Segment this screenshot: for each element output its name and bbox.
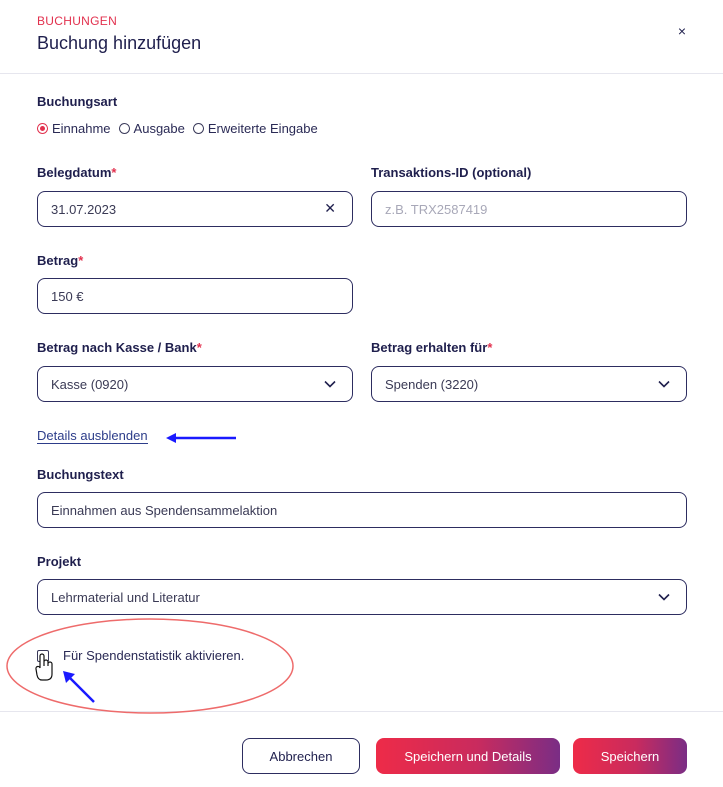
chevron-down-icon[interactable]	[324, 378, 336, 390]
modal-title: Buchung hinzufügen	[37, 33, 202, 53]
booking-text-value: Einnahmen aus Spendensammelaktion	[51, 502, 278, 518]
cancel-button[interactable]: Abbrechen	[242, 738, 360, 774]
donation-stats-row[interactable]: Für Spendenstatistik aktivieren.	[37, 648, 244, 663]
booking-type-label: Buchungsart	[37, 94, 118, 109]
radio-income[interactable]: Einnahme	[37, 121, 111, 136]
chevron-down-icon[interactable]	[658, 591, 670, 603]
transaction-id-placeholder: z.B. TRX2587419	[385, 201, 488, 217]
chevron-down-icon[interactable]	[658, 378, 670, 390]
transaction-id-input[interactable]: z.B. TRX2587419	[371, 191, 687, 227]
amount-input[interactable]: 150 €	[37, 278, 353, 314]
save-and-details-button[interactable]: Speichern und Details	[376, 738, 560, 774]
project-label: Projekt	[37, 554, 82, 569]
radio-expense-label: Ausgabe	[133, 120, 185, 136]
annotation-arrow-up-left	[63, 671, 95, 703]
amount-value: 150 €	[51, 288, 84, 304]
booking-text-input[interactable]: Einnahmen aus Spendensammelaktion	[37, 492, 687, 528]
modal-footer: Abbrechen Speichern und Details Speicher…	[0, 711, 723, 787]
radio-advanced[interactable]: Erweiterte Eingabe	[192, 120, 318, 136]
radio-expense[interactable]: Ausgabe	[118, 120, 185, 136]
modal-eyebrow: BUCHUNGEN	[37, 14, 118, 28]
annotation-arrow-left	[166, 433, 236, 443]
clear-date-icon[interactable]: ✕	[324, 200, 336, 217]
booking-type-radio-group: Einnahme Ausgabe Erweiterte Eingabe	[37, 120, 326, 136]
save-button[interactable]: Speichern	[573, 738, 687, 774]
modal-header: BUCHUNGEN Buchung hinzufügen ×	[0, 0, 723, 74]
cash-bank-value: Kasse (0920)	[51, 376, 129, 392]
radio-expense-indicator[interactable]	[118, 122, 130, 134]
annotation-ellipse	[6, 618, 294, 714]
project-value: Lehrmaterial und Literatur	[51, 589, 200, 605]
donation-stats-label: Für Spendenstatistik aktivieren.	[63, 648, 245, 663]
radio-income-indicator[interactable]	[37, 122, 48, 134]
received-for-label: Betrag erhalten für*	[371, 340, 493, 355]
hide-details-link[interactable]: Details ausblenden	[37, 428, 148, 444]
transaction-id-label: Transaktions-ID (optional)	[371, 165, 532, 180]
cash-bank-label: Betrag nach Kasse / Bank*	[37, 340, 202, 355]
cash-bank-select[interactable]: Kasse (0920)	[37, 366, 353, 402]
booking-text-label: Buchungstext	[37, 467, 124, 482]
close-icon[interactable]: ×	[674, 22, 690, 40]
donation-stats-checkbox[interactable]	[37, 649, 49, 662]
document-date-value: 31.07.2023	[51, 201, 117, 217]
document-date-field[interactable]: 31.07.2023 ✕	[37, 191, 353, 227]
radio-advanced-indicator[interactable]	[192, 122, 204, 134]
project-select[interactable]: Lehrmaterial und Literatur	[37, 579, 687, 615]
received-for-value: Spenden (3220)	[385, 376, 479, 392]
received-for-select[interactable]: Spenden (3220)	[371, 366, 687, 402]
document-date-label: Belegdatum*	[37, 165, 117, 180]
amount-label: Betrag*	[37, 253, 84, 268]
add-booking-modal: BUCHUNGEN Buchung hinzufügen × Buchungsa…	[0, 0, 723, 787]
radio-income-label: Einnahme	[52, 120, 111, 136]
radio-advanced-label: Erweiterte Eingabe	[207, 120, 318, 136]
